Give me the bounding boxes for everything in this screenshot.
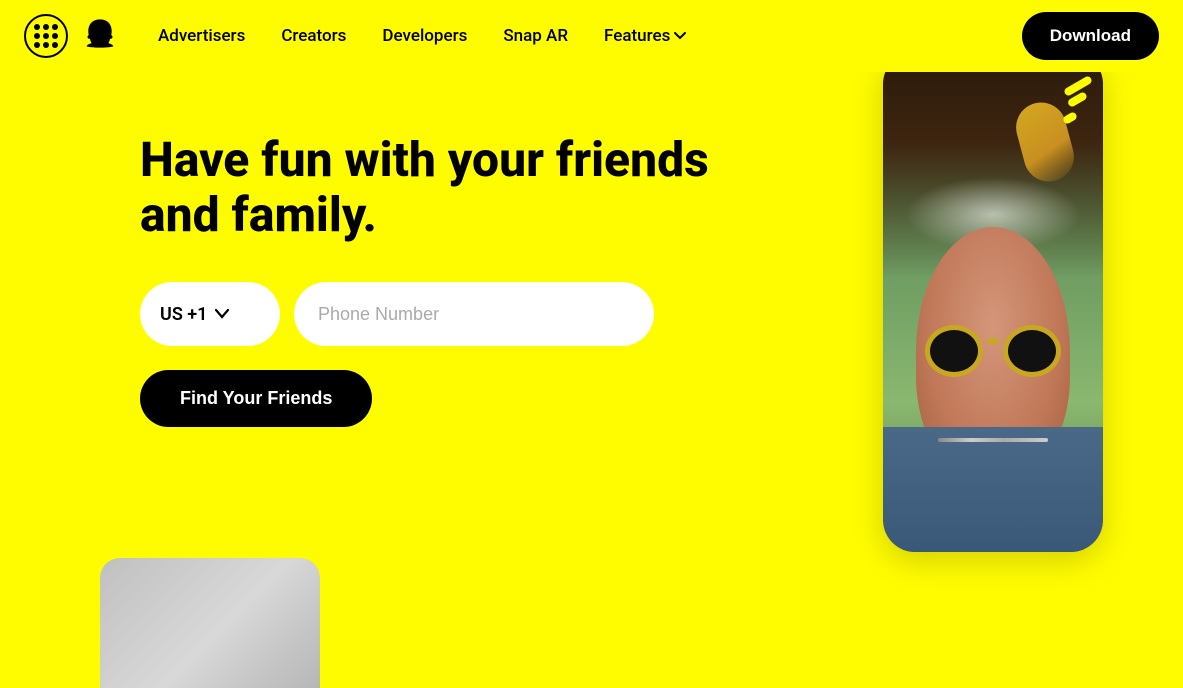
accent-lines-decoration [1063, 82, 1093, 130]
phone-screen [883, 72, 1103, 552]
hero-section: Have fun with your friends and family. U… [0, 72, 1183, 688]
nav-item-advertisers[interactable]: Advertisers [144, 18, 259, 54]
main-nav: Advertisers Creators Developers Snap AR … [144, 18, 1022, 54]
right-lens [1003, 325, 1061, 377]
sunglasses-decoration [925, 325, 1061, 377]
country-code-label: US +1 [160, 304, 207, 325]
bottom-card-image [100, 558, 320, 688]
country-code-selector[interactable]: US +1 [140, 282, 280, 346]
site-header: Advertisers Creators Developers Snap AR … [0, 0, 1183, 72]
grid-dots-icon [34, 24, 58, 48]
nav-item-features[interactable]: Features [590, 18, 700, 54]
left-lens [925, 325, 983, 377]
download-button[interactable]: Download [1022, 12, 1159, 60]
nav-item-creators[interactable]: Creators [267, 18, 360, 54]
chevron-down-icon [215, 309, 229, 319]
phone-mockup [883, 72, 1103, 552]
clothing-decoration [883, 427, 1103, 552]
accent-line-3 [1062, 111, 1078, 125]
nav-item-snap-ar[interactable]: Snap AR [489, 18, 582, 54]
lens-bridge [987, 338, 999, 344]
find-friends-button[interactable]: Find Your Friends [140, 370, 372, 427]
nav-item-developers[interactable]: Developers [368, 18, 481, 54]
chevron-down-icon [674, 30, 686, 42]
phone-number-input[interactable] [294, 282, 654, 346]
bottom-card-preview [100, 558, 320, 688]
snapchat-logo-icon[interactable] [80, 16, 120, 56]
necklace-decoration [938, 438, 1048, 442]
grid-menu-button[interactable] [24, 14, 68, 58]
header-left [24, 14, 120, 58]
hero-headline: Have fun with your friends and family. [140, 132, 720, 242]
